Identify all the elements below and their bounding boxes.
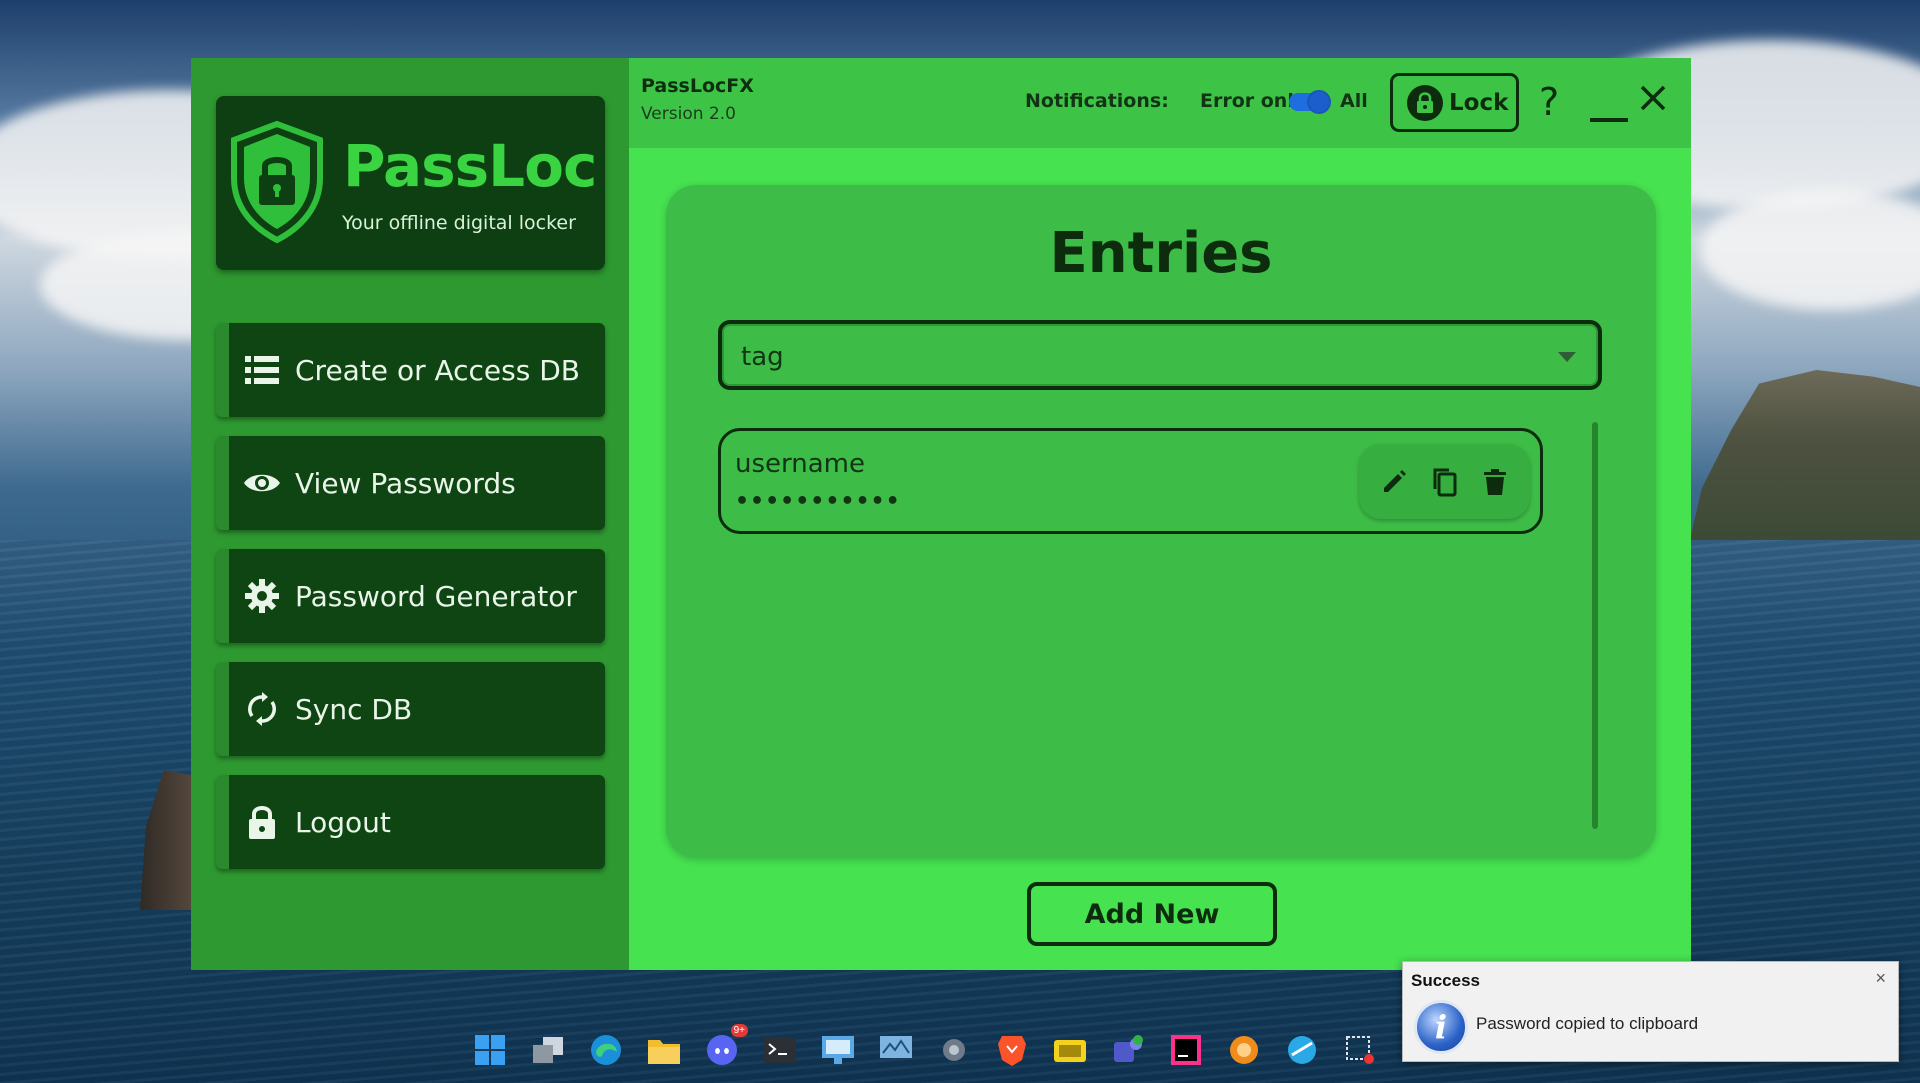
trash-icon: [1483, 468, 1506, 495]
teams-icon[interactable]: [1108, 1030, 1148, 1070]
settings-icon[interactable]: [934, 1030, 974, 1070]
entry-actions: [1359, 444, 1530, 519]
sidebar-item-label: View Passwords: [295, 466, 516, 500]
jetbrains-icon[interactable]: [1166, 1030, 1206, 1070]
gear-icon: [243, 577, 281, 615]
sidebar-item-view-passwords[interactable]: View Passwords: [216, 436, 605, 530]
monitor-icon[interactable]: [876, 1030, 916, 1070]
notifications-toggle[interactable]: [1289, 90, 1331, 114]
edit-button[interactable]: [1376, 464, 1412, 500]
brave-icon[interactable]: [992, 1030, 1032, 1070]
database-icon: [243, 351, 281, 389]
brand-logo: PassLoc Your offline digital locker: [216, 96, 605, 270]
pencil-icon: [1384, 469, 1407, 492]
pdf-icon[interactable]: [1050, 1030, 1090, 1070]
file-explorer-icon[interactable]: [644, 1030, 684, 1070]
brand-title: PassLoc: [343, 132, 597, 200]
copy-icon: [1433, 468, 1457, 496]
sidebar-item-password-generator[interactable]: Password Generator: [216, 549, 605, 643]
chevron-down-icon: [1558, 352, 1576, 362]
app-version: Version 2.0: [641, 104, 736, 124]
add-new-label: Add New: [1084, 898, 1220, 930]
main-content: PassLocFX Version 2.0 Notifications: Err…: [629, 58, 1691, 970]
toast-title: Success: [1411, 971, 1480, 990]
terminal-icon[interactable]: [760, 1030, 800, 1070]
sidebar-item-label: Sync DB: [295, 692, 413, 726]
browser-icon[interactable]: [1282, 1030, 1322, 1070]
toast-close-button[interactable]: ×: [1875, 968, 1886, 989]
remote-desktop-icon[interactable]: [818, 1030, 858, 1070]
brand-subtitle: Your offline digital locker: [342, 212, 576, 234]
notifications-option-all[interactable]: All: [1340, 90, 1368, 112]
entries-scrollbar[interactable]: [1592, 422, 1598, 829]
discord-badge: 9+: [730, 1024, 748, 1037]
tag-dropdown-value: tag: [741, 342, 784, 372]
edge-icon[interactable]: [586, 1030, 626, 1070]
toast-notification[interactable]: Success × i Password copied to clipboard: [1402, 961, 1899, 1062]
help-button[interactable]: ?: [1539, 80, 1559, 124]
sidebar-item-label: Logout: [295, 805, 391, 839]
passloc-window: PassLoc Your offline digital locker Crea…: [191, 58, 1691, 970]
windows-start-icon[interactable]: [470, 1030, 510, 1070]
discord-icon[interactable]: 9+: [702, 1024, 748, 1070]
sidebar-item-label: Create or Access DB: [295, 353, 581, 387]
copy-button[interactable]: [1426, 464, 1462, 500]
eye-icon: [243, 464, 281, 502]
minimize-button[interactable]: [1590, 118, 1628, 122]
lock-icon: [243, 803, 281, 841]
add-new-button[interactable]: Add New: [1027, 882, 1277, 946]
sidebar-item-create-access-db[interactable]: Create or Access DB: [216, 323, 605, 417]
notifications-label: Notifications:: [1025, 90, 1169, 112]
lock-icon: [1407, 84, 1443, 121]
lock-button[interactable]: Lock: [1390, 73, 1519, 132]
sidebar-item-sync-db[interactable]: Sync DB: [216, 662, 605, 756]
delete-button[interactable]: [1477, 464, 1513, 500]
title-bar[interactable]: PassLocFX Version 2.0 Notifications: Err…: [629, 58, 1691, 148]
toast-message: Password copied to clipboard: [1476, 1014, 1699, 1033]
tag-dropdown[interactable]: tag: [718, 320, 1602, 390]
task-view-icon[interactable]: [528, 1030, 568, 1070]
sidebar: PassLoc Your offline digital locker Crea…: [191, 58, 629, 970]
entries-title: Entries: [1049, 221, 1273, 286]
entries-panel: Entries tag username •••••••••••: [666, 185, 1656, 858]
sidebar-item-logout[interactable]: Logout: [216, 775, 605, 869]
toggle-knob: [1307, 90, 1331, 114]
sync-icon: [243, 690, 281, 728]
lock-label: Lock: [1449, 89, 1509, 116]
taskbar: 9+: [470, 1024, 1380, 1072]
app-icon[interactable]: [1224, 1030, 1264, 1070]
entry-username: username: [735, 449, 865, 479]
app-name: PassLocFX: [641, 75, 754, 97]
snipping-icon[interactable]: [1340, 1030, 1380, 1070]
close-button[interactable]: [1639, 84, 1667, 116]
close-icon: [1640, 85, 1666, 111]
info-icon: i: [1414, 1000, 1468, 1054]
entry-password-mask: •••••••••••: [735, 489, 901, 514]
entry-card[interactable]: username •••••••••••: [718, 428, 1543, 534]
shield-lock-icon: [231, 120, 323, 244]
sidebar-item-label: Password Generator: [295, 579, 577, 613]
